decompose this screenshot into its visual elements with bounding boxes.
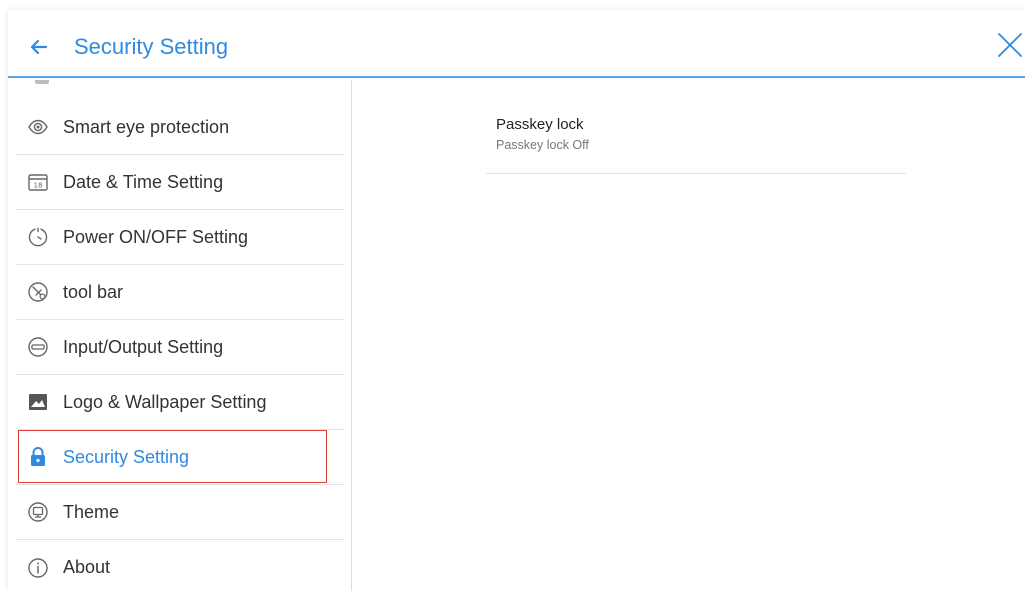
sidebar-item-theme[interactable]: Theme (16, 485, 344, 540)
settings-window: Security Setting Smart eye protection 18… (8, 10, 1025, 591)
info-icon (26, 556, 50, 580)
svg-text:18: 18 (34, 182, 43, 190)
back-button[interactable] (24, 32, 54, 62)
eye-icon (26, 115, 50, 139)
settings-sidebar[interactable]: Smart eye protection 18 Date & Time Sett… (8, 80, 352, 591)
close-button[interactable] (995, 30, 1025, 60)
passkey-lock-summary: Passkey lock Off (496, 138, 589, 152)
sidebar-item-label: Power ON/OFF Setting (63, 226, 249, 247)
app-bar: Security Setting (8, 10, 1025, 78)
calendar-icon: 18 (26, 170, 50, 194)
sidebar-item-input-output[interactable]: Input/Output Setting (16, 320, 344, 375)
sidebar-item-label: Input/Output Setting (63, 336, 224, 357)
theme-icon (26, 500, 50, 524)
sidebar-item-smart-eye-protection[interactable]: Smart eye protection (16, 100, 344, 155)
input-output-icon (26, 335, 50, 359)
sidebar-item-label: Logo & Wallpaper Setting (63, 391, 267, 412)
sidebar-item-date-time[interactable]: 18 Date & Time Setting (16, 155, 344, 210)
close-icon (998, 33, 1022, 57)
sidebar-item-label: Security Setting (63, 446, 190, 467)
sidebar-item-tool-bar[interactable]: tool bar (16, 265, 344, 320)
settings-detail-pane: Passkey lock Passkey lock Off (353, 80, 1025, 591)
partial-icon (35, 80, 49, 84)
arrow-left-icon (30, 39, 48, 55)
sidebar-item-label: Date & Time Setting (63, 171, 224, 192)
sidebar-item-label: Theme (63, 501, 120, 522)
sidebar-item-about[interactable]: About (16, 540, 344, 591)
sidebar-item-security[interactable]: Security Setting (16, 430, 344, 485)
passkey-lock-title: Passkey lock (496, 116, 584, 133)
image-icon (26, 390, 50, 414)
passkey-lock-item[interactable]: Passkey lock Passkey lock Off (486, 104, 906, 174)
lock-icon (26, 445, 50, 469)
sidebar-item-label: Smart eye protection (63, 116, 230, 137)
sidebar-item-logo-wallpaper[interactable]: Logo & Wallpaper Setting (16, 375, 344, 430)
timer-icon (26, 225, 50, 249)
sidebar-item-power-on-off[interactable]: Power ON/OFF Setting (16, 210, 344, 265)
toolbar-icon (26, 280, 50, 304)
sidebar-item-label: tool bar (63, 281, 124, 302)
sidebar-item-label: About (63, 557, 111, 577)
page-title: Security Setting (74, 34, 229, 59)
